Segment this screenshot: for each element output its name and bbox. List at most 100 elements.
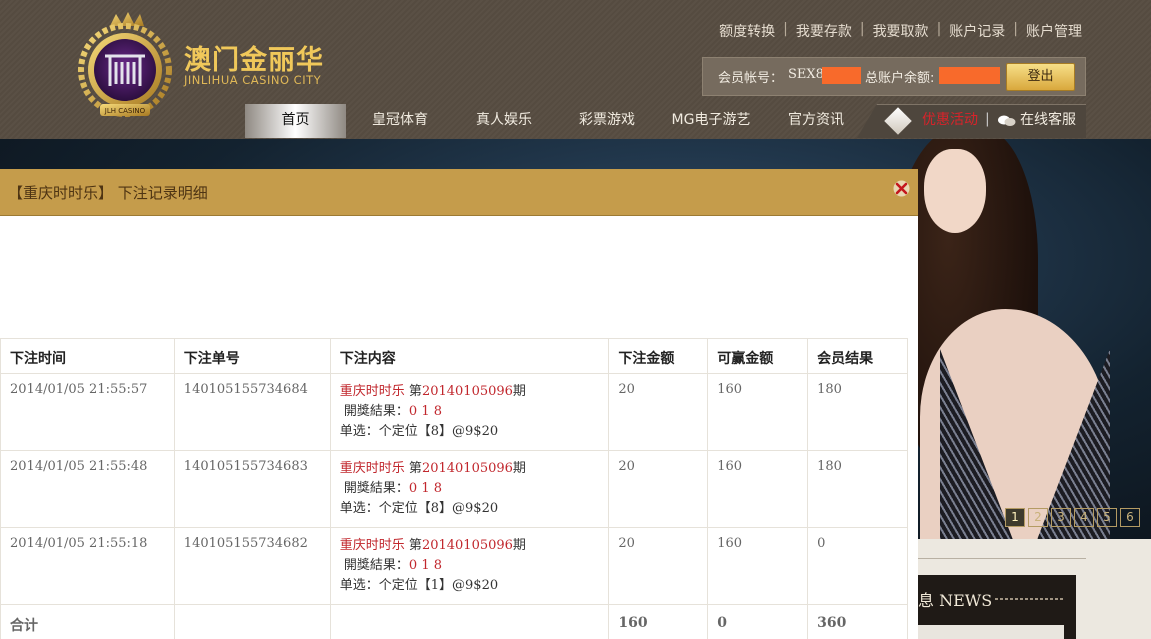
top-link-account-management[interactable]: 账户管理 [1026,21,1082,41]
redaction-mark [822,67,861,84]
cell-member-result: 180 [807,450,908,528]
cell-bet-content: 重庆时时乐 第20140105096期 開獎結果：0 1 8 单选：个定位【1】… [329,527,610,605]
cell-bet-time: 2014/01/05 21:55:48 [0,450,175,528]
main-nav: 首页 皇冠体育 真人娱乐 彩票游戏 MG电子游艺 官方资讯 优惠活动 | 在线客… [245,104,1086,138]
bet-records-table: 下注时间 下注单号 下注内容 下注金额 可赢金额 会员结果 2014/01/05… [0,338,908,639]
link-separator: | [783,21,788,37]
column-header-member-result: 会员结果 [807,338,908,374]
column-header-order-number: 下注单号 [173,338,331,374]
game-name: 重庆时时乐 [339,384,405,399]
banner-model-face [924,149,986,233]
cell-empty [329,604,610,639]
bet-detail: 单选：个定位【1】@9$20 [339,578,499,593]
table-row: 2014/01/05 21:55:48 140105155734683 重庆时时… [0,450,908,528]
modal-header: 【重庆时时乐】 下注记录明细 [0,169,918,216]
period-number: 20140105096 [421,538,513,553]
draw-result: 0 1 8 [408,481,442,496]
modal-title: 【重庆时时乐】 下注记录明细 [8,184,208,202]
cell-bet-amount: 20 [608,450,709,528]
draw-result: 0 1 8 [408,558,442,573]
nav-item-sports[interactable]: 皇冠体育 [351,104,449,138]
column-header-win-amount: 可赢金额 [707,338,809,374]
total-bet-amount: 160 [608,604,709,639]
total-member-result: 360 [807,604,908,639]
draw-label: 開獎結果： [343,558,409,573]
top-link-account-records[interactable]: 账户记录 [949,21,1005,41]
cell-bet-time: 2014/01/05 21:55:18 [0,527,175,605]
account-id-value: SEX8 [788,67,824,82]
banner-page-1[interactable]: 1 [1005,508,1025,527]
total-win-amount: 0 [707,604,809,639]
balance-label: 总账户余额: [865,71,935,86]
game-name: 重庆时时乐 [339,538,405,553]
news-decoration [995,598,1065,600]
account-bar: 会员帐号： SEX8 总账户余额: 登出 [702,57,1086,96]
divider [918,558,1086,559]
account-id-label: 会员帐号： [718,71,784,86]
bet-detail: 单选：个定位【8】@9$20 [339,501,499,516]
banner-page-5[interactable]: 5 [1097,508,1117,527]
column-header-bet-amount: 下注金额 [608,338,709,374]
cell-win-amount: 160 [707,527,809,605]
nav-item-home[interactable]: 首页 [245,104,346,138]
bet-detail: 单选：个定位【8】@9$20 [339,424,499,439]
close-icon[interactable] [893,180,910,197]
news-content [918,625,1064,639]
cell-win-amount: 160 [707,450,809,528]
table-row: 2014/01/05 21:55:57 140105155734684 重庆时时… [0,373,908,451]
draw-result: 0 1 8 [408,404,442,419]
casino-crest-logo-icon[interactable]: JLH CASINO [72,12,178,126]
link-separator: | [936,21,942,37]
draw-label: 開獎結果： [343,404,409,419]
table-total-row: 合计 160 0 360 [0,604,908,639]
top-link-deposit[interactable]: 我要存款 [796,21,852,41]
nav-item-news[interactable]: 官方资讯 [766,104,866,138]
cell-bet-content: 重庆时时乐 第20140105096期 開獎結果：0 1 8 单选：个定位【8】… [329,373,610,451]
cell-win-amount: 160 [707,373,809,451]
period-number: 20140105096 [421,384,513,399]
news-title[interactable]: 息 NEWS [918,587,992,611]
banner-page-4[interactable]: 4 [1074,508,1094,527]
nav-item-live-support[interactable]: 在线客服 [1020,104,1076,138]
cell-member-result: 0 [807,527,908,605]
period-number: 20140105096 [421,461,513,476]
redaction-mark [939,67,1000,84]
top-links: 额度转换 | 我要存款 | 我要取款 | 账户记录 | 账户管理 [719,21,1082,41]
table-header-row: 下注时间 下注单号 下注内容 下注金额 可赢金额 会员结果 [0,338,908,374]
top-link-credit-transfer[interactable]: 额度转换 [719,21,775,41]
nav-item-mg-games[interactable]: MG电子游艺 [661,104,761,138]
nav-item-lottery[interactable]: 彩票游戏 [558,104,656,138]
cell-order-number: 140105155734684 [173,373,331,451]
column-header-bet-content: 下注内容 [329,338,610,374]
cell-bet-content: 重庆时时乐 第20140105096期 開獎結果：0 1 8 单选：个定位【8】… [329,450,610,528]
banner-page-3[interactable]: 3 [1051,508,1071,527]
cell-bet-amount: 20 [608,527,709,605]
banner-pager: 1 2 3 4 5 6 [1005,508,1140,527]
link-separator: | [859,21,865,37]
logo-title-cn: 澳门金丽华 [184,45,324,76]
link-separator: | [1013,21,1018,37]
total-label: 合计 [0,604,175,639]
period-suffix: 期 [512,384,526,399]
period-prefix: 第 [408,461,422,476]
logout-button[interactable]: 登出 [1006,63,1075,91]
game-name: 重庆时时乐 [339,461,405,476]
period-prefix: 第 [408,384,422,399]
cell-order-number: 140105155734682 [173,527,331,605]
nav-item-promotions[interactable]: 优惠活动 [922,104,978,138]
cell-member-result: 180 [807,373,908,451]
banner-page-6[interactable]: 6 [1120,508,1140,527]
chat-bubble-icon [998,115,1016,126]
period-suffix: 期 [512,538,526,553]
logo-badge-text: JLH CASINO [104,107,146,115]
cell-bet-amount: 20 [608,373,709,451]
period-suffix: 期 [512,461,526,476]
cell-empty [173,604,331,639]
nav-item-live-casino[interactable]: 真人娱乐 [455,104,553,138]
table-row: 2014/01/05 21:55:18 140105155734682 重庆时时… [0,527,908,605]
top-link-withdraw[interactable]: 我要取款 [873,21,929,41]
banner-page-2[interactable]: 2 [1028,508,1048,527]
site-header: JLH CASINO 澳门金丽华 JINLIHUA CASINO CITY 额度… [0,0,1151,139]
period-prefix: 第 [408,538,422,553]
nav-separator: | [985,111,990,127]
